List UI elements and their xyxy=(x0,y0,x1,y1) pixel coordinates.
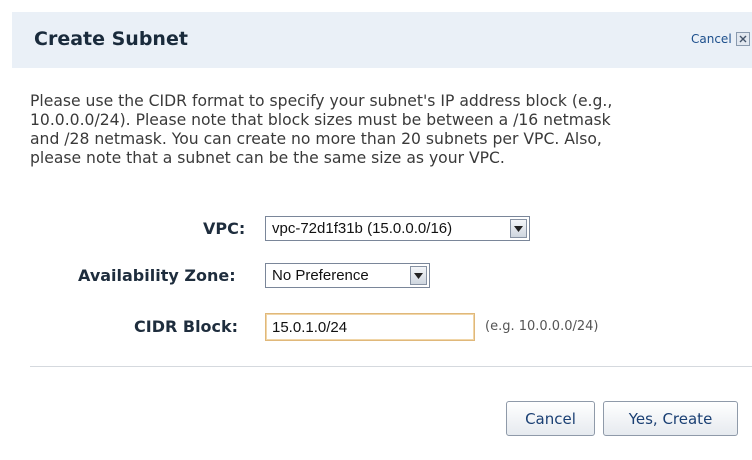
yes-create-button[interactable]: Yes, Create xyxy=(603,401,738,436)
availability-zone-label: Availability Zone: xyxy=(78,266,236,285)
dialog-title: Create Subnet xyxy=(34,28,188,50)
cancel-button[interactable]: Cancel xyxy=(506,401,595,436)
availability-zone-select[interactable]: No Preference xyxy=(265,263,430,288)
instructions-line: and /28 netmask. You can create no more … xyxy=(30,130,602,148)
header-cancel-label[interactable]: Cancel xyxy=(691,32,732,46)
availability-zone-select-value: No Preference xyxy=(272,267,369,284)
vpc-label: VPC: xyxy=(203,219,246,238)
instructions-line: Please use the CIDR format to specify yo… xyxy=(30,92,613,110)
cidr-block-hint: (e.g. 10.0.0.0/24) xyxy=(485,319,599,334)
cidr-block-label: CIDR Block: xyxy=(134,317,239,336)
cidr-block-input[interactable] xyxy=(265,313,475,341)
instructions-line: please note that a subnet can be the sam… xyxy=(30,149,505,167)
create-subnet-dialog: Create Subnet Cancel Please use the CIDR… xyxy=(0,0,752,460)
close-icon[interactable] xyxy=(735,32,750,46)
vpc-select-value: vpc-72d1f31b (15.0.0.0/16) xyxy=(272,220,453,237)
chevron-down-icon[interactable] xyxy=(410,266,427,285)
instructions-line: 10.0.0.0/24). Please note that block siz… xyxy=(30,111,611,129)
chevron-down-icon[interactable] xyxy=(510,219,527,238)
divider xyxy=(30,366,752,367)
vpc-select[interactable]: vpc-72d1f31b (15.0.0.0/16) xyxy=(265,216,530,241)
header-cancel-link[interactable]: Cancel xyxy=(691,32,750,46)
dialog-header: Create Subnet Cancel xyxy=(12,12,752,68)
instructions-text: Please use the CIDR format to specify yo… xyxy=(30,92,750,168)
